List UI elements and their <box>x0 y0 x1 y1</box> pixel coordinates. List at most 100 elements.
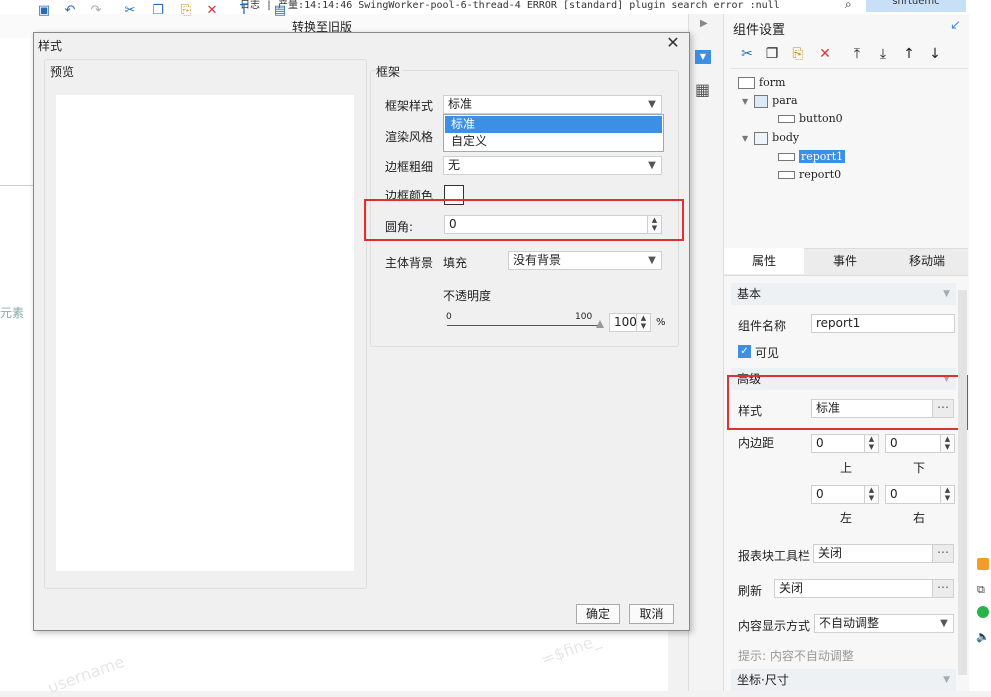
divider <box>0 185 34 186</box>
cut-icon[interactable]: ✂ <box>122 3 138 19</box>
save-icon[interactable]: ▣ <box>36 3 52 19</box>
chevron-down-icon: ▼ <box>648 255 656 266</box>
tree-node-form[interactable]: form <box>738 76 785 89</box>
expand-caret-icon[interactable]: ▼ <box>742 134 748 143</box>
padding-left-input[interactable]: 0 ▲ ▼ <box>811 485 879 504</box>
paste-icon[interactable]: ⎘ <box>789 45 807 63</box>
display-mode-select[interactable]: 不自动调整 ▼ <box>814 614 954 633</box>
user-tab[interactable]: snrtuemc <box>866 0 966 12</box>
move-up-icon[interactable]: ↑ <box>900 45 918 63</box>
tab-events[interactable]: 事件 <box>805 248 885 274</box>
fill-select[interactable]: 没有背景 ▼ <box>508 251 662 270</box>
cancel-button[interactable]: 取消 <box>629 604 674 624</box>
side-label: 元素 <box>0 306 25 320</box>
copy-icon[interactable]: ❐ <box>150 3 166 19</box>
spinner-icon[interactable]: ▲ ▼ <box>940 435 954 452</box>
fill-label: 填充 <box>443 256 468 270</box>
tab-properties[interactable]: 属性 <box>724 248 804 274</box>
padding-bottom-input[interactable]: 0 ▲ ▼ <box>885 434 955 453</box>
undo-icon[interactable]: ↶ <box>62 3 78 19</box>
layout-icon[interactable]: ▦ <box>695 80 710 99</box>
report-icon <box>778 153 795 161</box>
form-icon <box>738 77 755 89</box>
expand-caret-icon[interactable]: ▼ <box>742 97 748 106</box>
opacity-slider[interactable] <box>447 325 602 326</box>
expand-icon[interactable]: ↙ <box>950 18 961 33</box>
refresh-field[interactable]: 关闭 ⋯ <box>774 579 954 598</box>
chevron-down-icon: ▼ <box>648 160 656 171</box>
window-icon[interactable]: ⧉ <box>977 583 985 597</box>
dropdown-option[interactable]: 自定义 <box>445 133 662 150</box>
section-basic[interactable]: 基本 ▼ <box>731 283 956 305</box>
right-label: 右 <box>913 511 926 525</box>
frame-label: 框架 <box>376 63 403 80</box>
slider-max-label: 100 <box>575 312 593 322</box>
preview-label: 预览 <box>50 65 75 79</box>
visible-checkbox[interactable]: ✓ <box>738 345 751 358</box>
dialog-title: 样式 <box>38 39 63 53</box>
tree-node-body[interactable]: ▼ body <box>742 131 799 145</box>
report-icon <box>778 171 795 179</box>
chevron-down-icon: ▼ <box>943 289 950 299</box>
collapse-arrow-icon[interactable]: ▶ <box>700 18 708 29</box>
app-icon[interactable] <box>977 558 989 570</box>
convert-icon[interactable]: ▤ <box>272 3 288 19</box>
opacity-input[interactable]: 100 ▲ ▼ <box>609 313 651 332</box>
tree-node-report1[interactable]: report1 <box>778 150 846 163</box>
tree-node-para[interactable]: ▼ para <box>742 94 798 108</box>
para-icon <box>754 94 769 108</box>
move-bottom-icon[interactable]: ⤓ <box>874 45 892 63</box>
move-top-icon[interactable]: ⤒ <box>848 45 866 63</box>
button-icon <box>778 115 795 123</box>
volume-icon[interactable]: 🔈 <box>976 630 990 643</box>
text-icon[interactable]: T <box>236 3 252 19</box>
hint-text: 提示: 内容不自动调整 <box>738 649 854 663</box>
frame-style-dropdown: 标准 自定义 <box>443 114 664 152</box>
frame-style-select[interactable]: 标准 ▼ <box>443 95 662 114</box>
padding-label: 内边距 <box>738 436 775 450</box>
toolbar-field[interactable]: 关闭 ⋯ <box>813 544 954 563</box>
body-bg-label: 主体背景 <box>385 256 434 270</box>
padding-top-input[interactable]: 0 ▲ ▼ <box>811 434 879 453</box>
tree-node-report0[interactable]: report0 <box>778 168 841 181</box>
spinner-icon[interactable]: ▲ ▼ <box>864 486 878 503</box>
chevron-down-icon: ▼ <box>940 618 948 629</box>
border-width-label: 边框粗细 <box>385 160 434 174</box>
frame-style-label: 框架样式 <box>385 99 434 113</box>
redo-icon[interactable]: ↷ <box>88 3 104 19</box>
panel-title: 组件设置 <box>733 23 786 38</box>
border-width-select[interactable]: 无 ▼ <box>443 156 662 175</box>
search-icon[interactable]: ⌕ <box>845 0 852 12</box>
ok-button[interactable]: 确定 <box>576 604 620 624</box>
spinner-icon[interactable]: ▲ ▼ <box>864 435 878 452</box>
tab-mobile[interactable]: 移动端 <box>886 248 968 274</box>
delete-icon[interactable]: ✕ <box>204 3 220 19</box>
widget-panel-icon[interactable]: ▼ <box>695 50 711 64</box>
section-coords[interactable]: 坐标·尺寸 ▼ <box>731 669 956 691</box>
component-name-label: 组件名称 <box>738 319 787 333</box>
slider-handle[interactable] <box>596 320 604 328</box>
bottom-label: 下 <box>913 461 926 475</box>
display-mode-label: 内容显示方式 <box>738 619 811 633</box>
delete-icon[interactable]: ✕ <box>816 45 834 63</box>
left-strip <box>0 38 34 691</box>
chat-icon[interactable] <box>977 606 989 618</box>
dropdown-option[interactable]: 标准 <box>445 116 662 133</box>
component-name-input[interactable]: report1 <box>811 314 955 333</box>
close-icon[interactable]: ✕ <box>665 34 681 52</box>
move-down-icon[interactable]: ↓ <box>926 45 944 63</box>
tree-node-button0[interactable]: button0 <box>778 112 843 125</box>
copy-icon[interactable]: ❐ <box>763 45 781 63</box>
paste-icon[interactable]: ⎘ <box>178 3 194 19</box>
more-icon[interactable]: ⋯ <box>932 580 953 597</box>
spinner-icon[interactable]: ▲ ▼ <box>940 486 954 503</box>
percent-label: % <box>656 317 666 328</box>
padding-right-input[interactable]: 0 ▲ ▼ <box>885 485 955 504</box>
slider-min-label: 0 <box>446 312 452 322</box>
spinner-icon[interactable]: ▲ ▼ <box>636 314 650 331</box>
scrollbar[interactable] <box>958 290 967 675</box>
cut-icon[interactable]: ✂ <box>738 45 756 63</box>
left-label: 左 <box>840 511 853 525</box>
more-icon[interactable]: ⋯ <box>932 545 953 562</box>
body-icon <box>754 131 769 145</box>
